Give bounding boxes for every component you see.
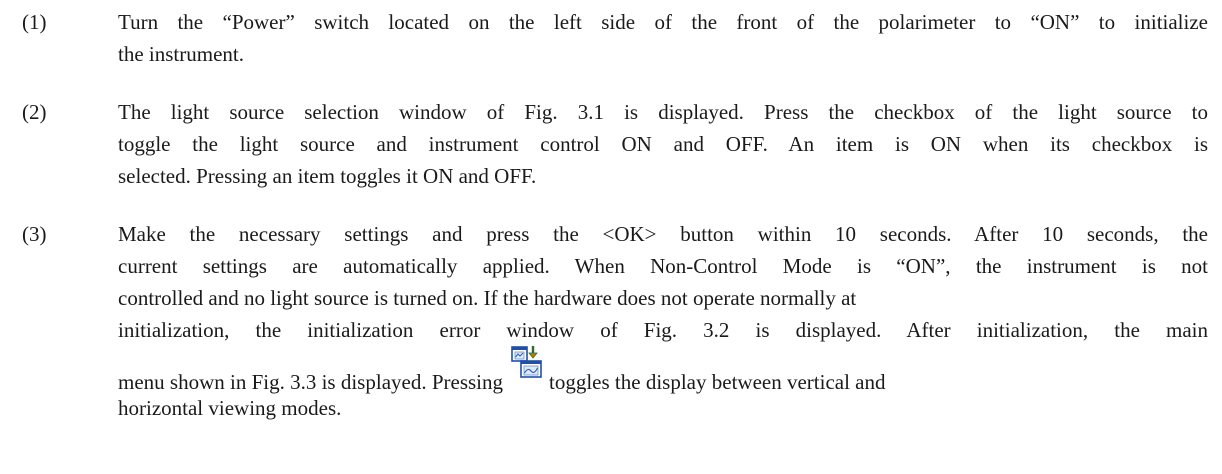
step-text: The light source selection window of Fig… [118, 96, 1208, 192]
text-line: initialization, the initialization error… [118, 318, 1208, 342]
step-text: Turn the “Power” switch located on the l… [118, 6, 1208, 70]
text-line: selected. Pressing an item toggles it ON… [118, 164, 537, 188]
text-line: the instrument. [118, 42, 244, 66]
document-page: (1) Turn the “Power” switch located on t… [0, 0, 1222, 474]
text-line: Make the necessary settings and press th… [118, 222, 1208, 246]
text-line: The light source selection window of Fig… [118, 100, 1208, 124]
text-segment: toggles the display between vertical and [549, 370, 886, 394]
text-line: toggle the light source and instrument c… [118, 132, 1208, 156]
text-line: controlled and no light source is turned… [118, 286, 857, 310]
step-number: (3) [22, 222, 47, 246]
step-text: Make the necessary settings and press th… [118, 218, 1208, 424]
step-number: (1) [22, 10, 47, 34]
text-segment: menu shown in Fig. 3.3 is displayed. Pre… [118, 370, 504, 394]
text-line-with-icon: menu shown in Fig. 3.3 is displayed. Pre… [118, 346, 1208, 398]
text-line: current settings are automatically appli… [118, 254, 1208, 278]
step-number: (2) [22, 100, 47, 124]
view-toggle-icon [509, 344, 545, 380]
text-line: Turn the “Power” switch located on the l… [118, 10, 1208, 34]
